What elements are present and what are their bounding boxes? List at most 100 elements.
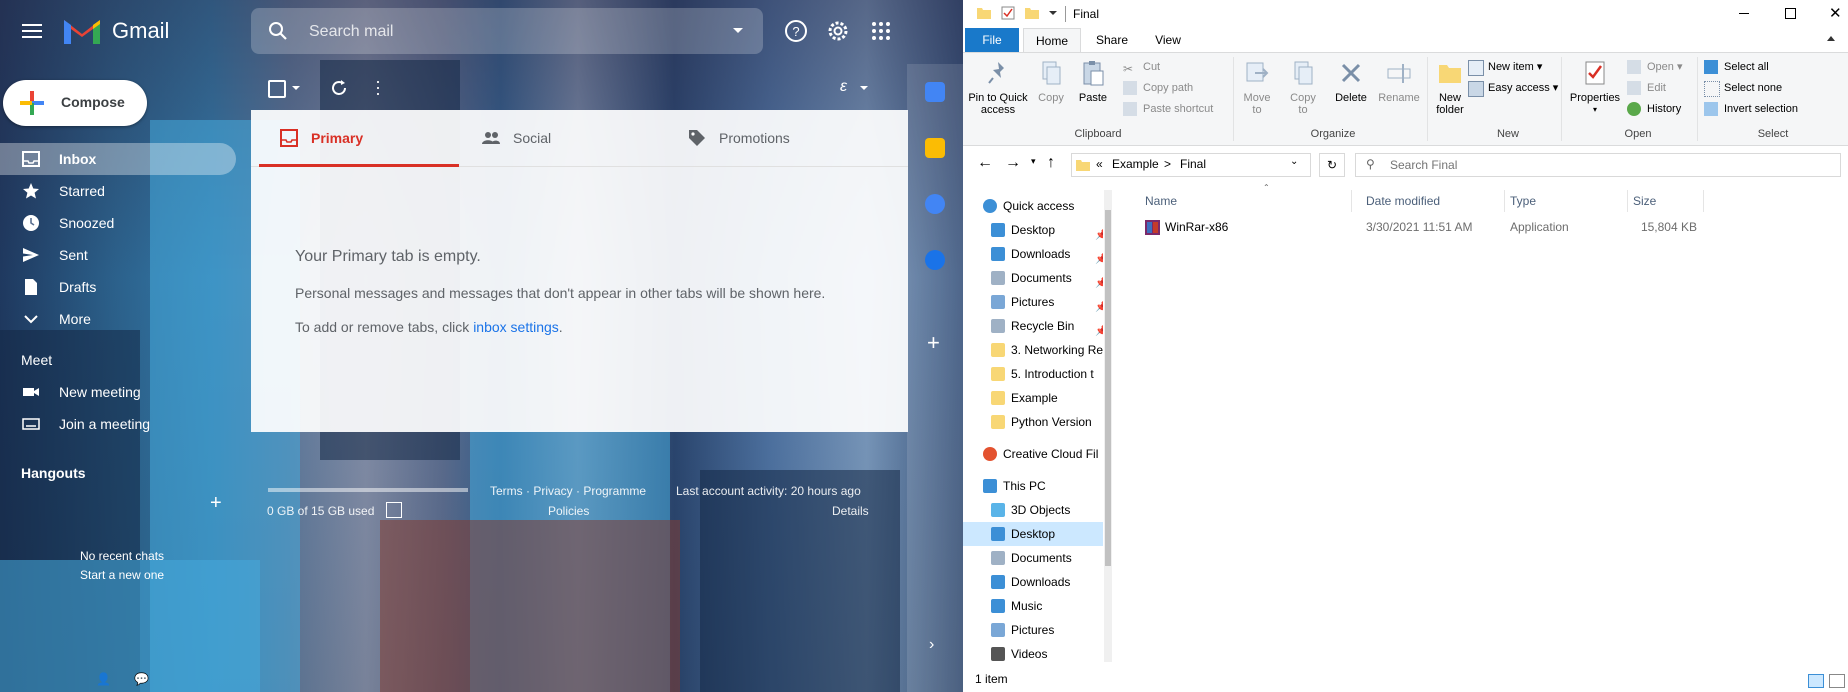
breadcrumb-example[interactable]: Example: [1112, 157, 1159, 171]
nav-pane-item[interactable]: Pictures 📌: [963, 290, 1103, 314]
navigation-pane-scrollbar[interactable]: [1104, 190, 1112, 662]
forward-arrow-icon[interactable]: →: [1005, 154, 1021, 172]
refresh-icon[interactable]: [330, 79, 348, 97]
breadcrumb-overflow[interactable]: «: [1096, 157, 1103, 171]
edit-button[interactable]: Edit: [1627, 79, 1666, 97]
minimize-button[interactable]: [1721, 0, 1767, 28]
open-button[interactable]: Open ▾: [1627, 58, 1683, 76]
tab-social[interactable]: Social: [461, 110, 661, 166]
new-item-button[interactable]: New item ▾: [1468, 58, 1542, 76]
apps-grid-icon[interactable]: [868, 18, 894, 44]
move-to-button[interactable]: Move to: [1235, 59, 1279, 116]
cut-button[interactable]: ✂ Cut: [1123, 58, 1160, 76]
keep-icon[interactable]: [925, 138, 945, 158]
collapse-ribbon-icon[interactable]: [1827, 36, 1835, 41]
search-icon[interactable]: [267, 20, 289, 42]
nav-pane-item[interactable]: This PC: [963, 474, 1103, 498]
nav-pane-item[interactable]: Recycle Bin 📌: [963, 314, 1103, 338]
pin-to-quick-access-button[interactable]: Pin to Quick access: [967, 59, 1029, 116]
properties-quick-icon[interactable]: [1001, 6, 1015, 20]
contacts-panel-icon[interactable]: [925, 250, 945, 270]
tab-promotions[interactable]: Promotions: [667, 110, 897, 166]
nav-item-more[interactable]: More: [0, 303, 236, 335]
copy-to-button[interactable]: Copy to: [1281, 59, 1325, 116]
inbox-settings-link[interactable]: inbox settings: [473, 319, 559, 335]
paste-shortcut-button[interactable]: Paste shortcut: [1123, 100, 1213, 118]
search-options-icon[interactable]: [733, 28, 743, 33]
ribbon-tab-view[interactable]: View: [1143, 28, 1193, 52]
column-divider[interactable]: [1351, 190, 1352, 212]
column-size[interactable]: Size: [1633, 194, 1656, 208]
quick-access-toolbar-dropdown-icon[interactable]: [1049, 11, 1057, 15]
search-input[interactable]: [1388, 156, 1832, 174]
nav-pane-item[interactable]: Documents: [963, 546, 1103, 570]
calendar-icon[interactable]: [925, 82, 945, 102]
close-button[interactable]: ✕: [1813, 0, 1848, 28]
breadcrumb-separator[interactable]: >: [1164, 157, 1171, 171]
select-options-icon[interactable]: [292, 86, 300, 90]
add-chat-icon[interactable]: +: [210, 492, 222, 515]
tab-primary[interactable]: Primary: [259, 110, 459, 167]
nav-pane-item[interactable]: 5. Introduction t: [963, 362, 1103, 386]
help-icon[interactable]: ?: [783, 18, 809, 44]
nav-pane-item[interactable]: Downloads 📌: [963, 242, 1103, 266]
nav-pane-item[interactable]: Desktop: [963, 522, 1103, 546]
column-type[interactable]: Type: [1510, 194, 1536, 208]
nav-pane-item[interactable]: Music: [963, 594, 1103, 618]
get-addons-plus-icon[interactable]: +: [927, 330, 940, 356]
delete-button[interactable]: Delete: [1329, 59, 1373, 104]
tasks-icon[interactable]: [925, 194, 945, 214]
breadcrumb-final[interactable]: Final: [1180, 157, 1206, 171]
new-folder-button[interactable]: New folder: [1429, 59, 1471, 116]
address-dropdown-icon[interactable]: ⌄: [1290, 156, 1298, 167]
refresh-icon[interactable]: ↻: [1319, 153, 1345, 177]
ribbon-tab-home[interactable]: Home: [1023, 28, 1081, 53]
up-arrow-icon[interactable]: ↑: [1047, 154, 1055, 172]
nav-pane-item[interactable]: Example: [963, 386, 1103, 410]
nav-item-sent[interactable]: Sent: [0, 239, 236, 271]
join-meeting-button[interactable]: Join a meeting: [0, 408, 236, 440]
nav-item-inbox[interactable]: Inbox: [0, 143, 236, 175]
nav-pane-item[interactable]: Python Version: [963, 410, 1103, 434]
easy-access-button[interactable]: Easy access ▾: [1468, 79, 1558, 97]
settings-gear-icon[interactable]: [825, 18, 851, 44]
new-meeting-button[interactable]: New meeting: [0, 376, 236, 408]
footer-terms-links[interactable]: Terms · Privacy · Programme: [490, 484, 646, 498]
input-tools-dropdown-icon[interactable]: [860, 86, 868, 90]
recent-locations-icon[interactable]: ▾: [1031, 156, 1036, 167]
paste-button[interactable]: Paste: [1073, 59, 1113, 104]
address-bar[interactable]: « Example > Final ⌄: [1071, 153, 1311, 177]
search-box[interactable]: ⚲: [1355, 153, 1841, 177]
maximize-button[interactable]: [1767, 0, 1813, 28]
more-vert-icon[interactable]: · · ·: [375, 72, 381, 102]
copy-button[interactable]: Copy: [1031, 59, 1071, 104]
select-all-button[interactable]: Select all: [1704, 58, 1769, 76]
column-divider[interactable]: [1504, 190, 1505, 212]
nav-pane-item[interactable]: Creative Cloud Fil: [963, 442, 1103, 466]
hangouts-icon[interactable]: 💬: [134, 672, 149, 686]
search-bar[interactable]: [251, 8, 763, 54]
nav-item-starred[interactable]: Starred: [0, 175, 236, 207]
column-divider[interactable]: [1627, 190, 1628, 212]
nav-pane-item[interactable]: Quick access: [963, 194, 1103, 218]
properties-dropdown-icon[interactable]: ▾: [1566, 104, 1624, 116]
ribbon-tab-share[interactable]: Share: [1087, 28, 1137, 52]
column-divider[interactable]: [1703, 190, 1704, 212]
invert-selection-button[interactable]: Invert selection: [1704, 100, 1798, 118]
copy-path-button[interactable]: Copy path: [1123, 79, 1193, 97]
ribbon-tab-file[interactable]: File: [965, 28, 1019, 52]
footer-policies-link[interactable]: Policies: [548, 504, 589, 518]
history-button[interactable]: History: [1627, 100, 1681, 118]
details-link[interactable]: Details: [832, 504, 869, 518]
input-tools-icon[interactable]: ε: [840, 78, 847, 96]
select-none-button[interactable]: Select none: [1704, 79, 1782, 97]
nav-pane-item[interactable]: Documents 📌: [963, 266, 1103, 290]
open-in-new-icon[interactable]: [386, 502, 402, 518]
nav-pane-item[interactable]: Desktop 📌: [963, 218, 1103, 242]
file-row[interactable]: WinRar-x86 3/30/2021 11:51 AM Applicatio…: [1133, 216, 1833, 238]
details-view-icon[interactable]: [1808, 674, 1824, 688]
nav-pane-item[interactable]: Pictures: [963, 618, 1103, 642]
select-all-checkbox[interactable]: [268, 80, 286, 98]
start-new-chat-link[interactable]: Start a new one: [80, 568, 164, 582]
large-icons-view-icon[interactable]: [1829, 674, 1845, 688]
